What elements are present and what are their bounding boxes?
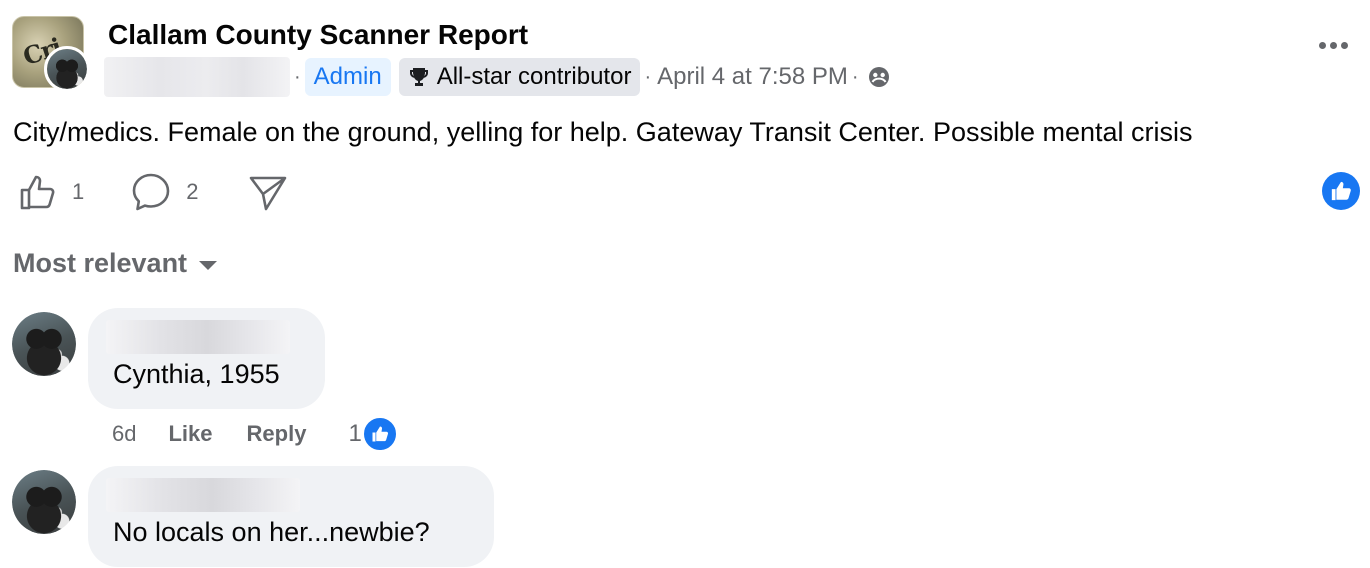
admin-badge[interactable]: Admin [304,58,391,96]
meta-separator: · [294,65,301,88]
allstar-badge-label: All-star contributor [436,63,632,90]
share-button[interactable] [247,171,289,213]
comment-actions: 6d Like Reply 1 [112,416,398,452]
post-timestamp[interactable]: April 4 at 7:58 PM [657,63,848,91]
post-actions: 1 2 [18,170,289,214]
comment-button[interactable]: 2 [130,171,199,213]
meta-separator: · [851,65,859,88]
author-name-redacted[interactable] [104,57,290,97]
commenter-avatar[interactable] [12,312,76,376]
comment-text: No locals on her...newbie? [113,517,430,547]
chevron-down-icon [199,261,218,270]
comment-count: 2 [186,179,199,204]
comment-reaction-count[interactable]: 1 [348,420,361,448]
post-container: Cri Clallam County Scanner Report · Admi… [0,0,1370,568]
more-options-icon[interactable] [1319,42,1348,49]
sort-label: Most relevant [13,248,188,278]
post-body: City/medics. Female on the ground, yelli… [13,117,1193,147]
comment-sort-dropdown[interactable]: Most relevant [13,248,218,279]
thumbs-up-glyph [1331,181,1351,201]
like-count: 1 [72,179,85,204]
comment-bubble: Cynthia, 1955 [88,308,325,409]
dog-photo [12,312,76,376]
share-icon [249,176,286,211]
comment-bubble-icon [132,173,170,211]
like-button[interactable]: 1 [18,172,84,212]
post-meta: · Admin All-star contributor · April 4 a… [104,56,891,98]
group-audience-icon[interactable] [867,65,891,89]
comment-time[interactable]: 6d [112,421,136,447]
thumbs-up-glyph [372,426,388,442]
commenter-avatar[interactable] [12,470,76,534]
commenter-name-redacted[interactable] [106,320,290,354]
dog-photo [47,49,87,89]
group-name-link[interactable]: Clallam County Scanner Report [108,19,528,51]
trophy-icon [409,68,428,86]
meta-separator: · [644,65,652,88]
author-avatar[interactable] [44,46,90,92]
like-reaction-icon[interactable] [361,416,398,452]
thumbs-up-icon [20,175,55,210]
comment-bubble: No locals on her...newbie? [88,466,494,567]
comment-reply-button[interactable]: Reply [247,421,307,447]
like-reaction-icon[interactable] [1322,172,1360,210]
dog-photo [12,470,76,534]
comment-like-button[interactable]: Like [168,421,212,447]
commenter-name-redacted[interactable] [106,478,300,512]
allstar-badge[interactable]: All-star contributor [398,58,641,96]
comment-text: Cynthia, 1955 [113,359,280,389]
